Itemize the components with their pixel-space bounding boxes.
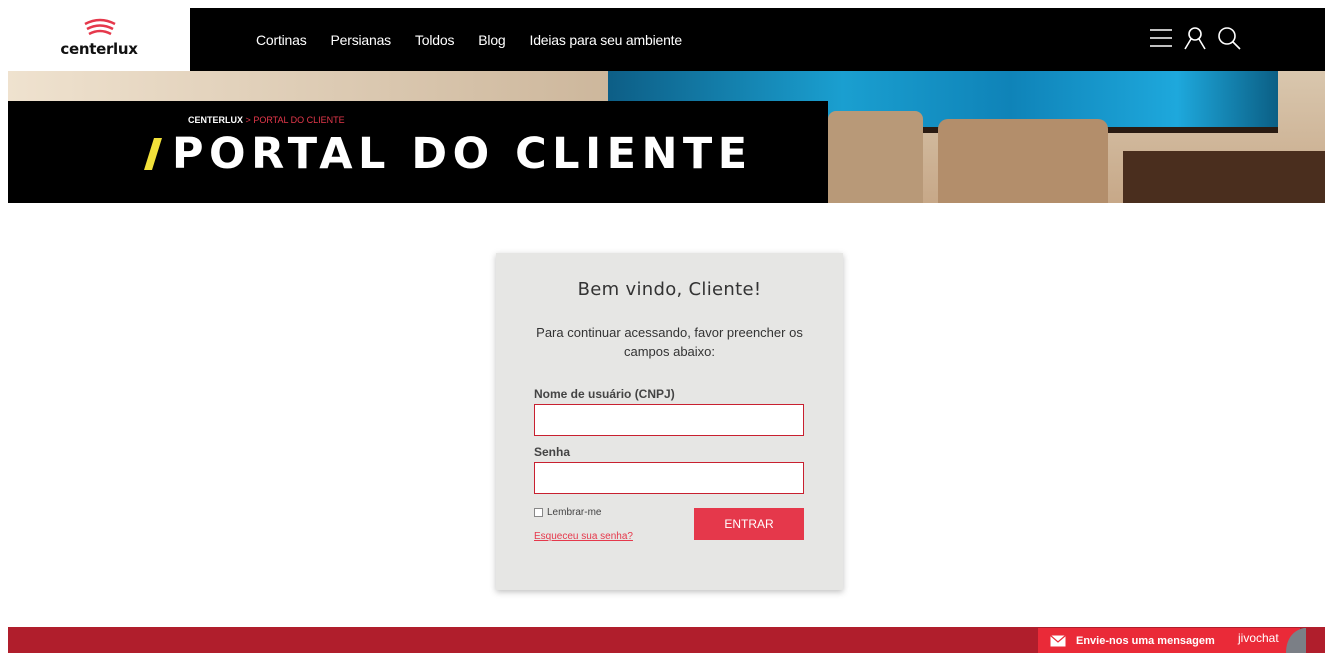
hero-chair-image [938,119,1108,203]
jivochat-leaf-icon [1286,628,1306,653]
forgot-password-link[interactable]: Esqueceu sua senha? [534,531,633,542]
title-box: CENTERLUX > PORTAL DO CLIENTE PORTAL DO … [8,101,828,203]
hero-table-image [1123,151,1325,203]
menu-icon[interactable] [1148,25,1174,51]
nav-item-blog[interactable]: Blog [478,32,505,48]
centerlux-logo-icon [84,18,116,36]
page-title: PORTAL DO CLIENTE [142,129,753,179]
breadcrumb-separator: > [245,115,251,125]
remember-label: Lembrar-me [547,507,602,518]
login-submit-button[interactable]: ENTRAR [694,508,804,540]
breadcrumb-home[interactable]: CENTERLUX [188,115,243,125]
user-icon[interactable] [1182,25,1208,51]
login-title: Bem vindo, Cliente! [577,279,762,300]
breadcrumb-current: PORTAL DO CLIENTE [253,115,345,125]
page-title-text: PORTAL DO CLIENTE [172,129,753,179]
hero-banner: CENTERLUX > PORTAL DO CLIENTE PORTAL DO … [8,71,1325,203]
nav-item-persianas[interactable]: Persianas [331,32,392,48]
nav-item-ideias[interactable]: Ideias para seu ambiente [530,32,683,48]
remember-checkbox[interactable] [534,508,543,517]
nav-item-cortinas[interactable]: Cortinas [256,32,307,48]
remember-me[interactable]: Lembrar-me [534,507,601,518]
login-subtitle: Para continuar acessando, favor preenche… [536,325,803,359]
page: centerlux Cortinas Persianas Toldos Blog… [8,8,1325,653]
logo-text: centerlux [60,40,138,58]
header-actions [1148,25,1242,51]
main-nav: Cortinas Persianas Toldos Blog Ideias pa… [256,8,706,71]
username-label: Nome de usuário (CNPJ) [534,387,675,401]
site-header: centerlux Cortinas Persianas Toldos Blog… [8,8,1325,71]
jivochat-brand: jivochat [1238,631,1279,645]
breadcrumb: CENTERLUX > PORTAL DO CLIENTE [188,115,345,125]
search-icon[interactable] [1216,25,1242,51]
mail-icon [1050,634,1066,646]
username-input[interactable] [534,404,804,436]
password-label: Senha [534,445,571,459]
chat-widget[interactable]: Envie-nos uma mensagem jivochat [1038,628,1306,653]
chat-message-label: Envie-nos uma mensagem [1076,634,1215,647]
logo[interactable]: centerlux [8,8,190,71]
login-card: Bem vindo, Cliente! Para continuar acess… [496,253,843,590]
password-input[interactable] [534,462,804,494]
hero-background [8,71,608,101]
slash-icon [144,138,162,170]
hero-chair-image [828,111,923,203]
nav-item-toldos[interactable]: Toldos [415,32,454,48]
